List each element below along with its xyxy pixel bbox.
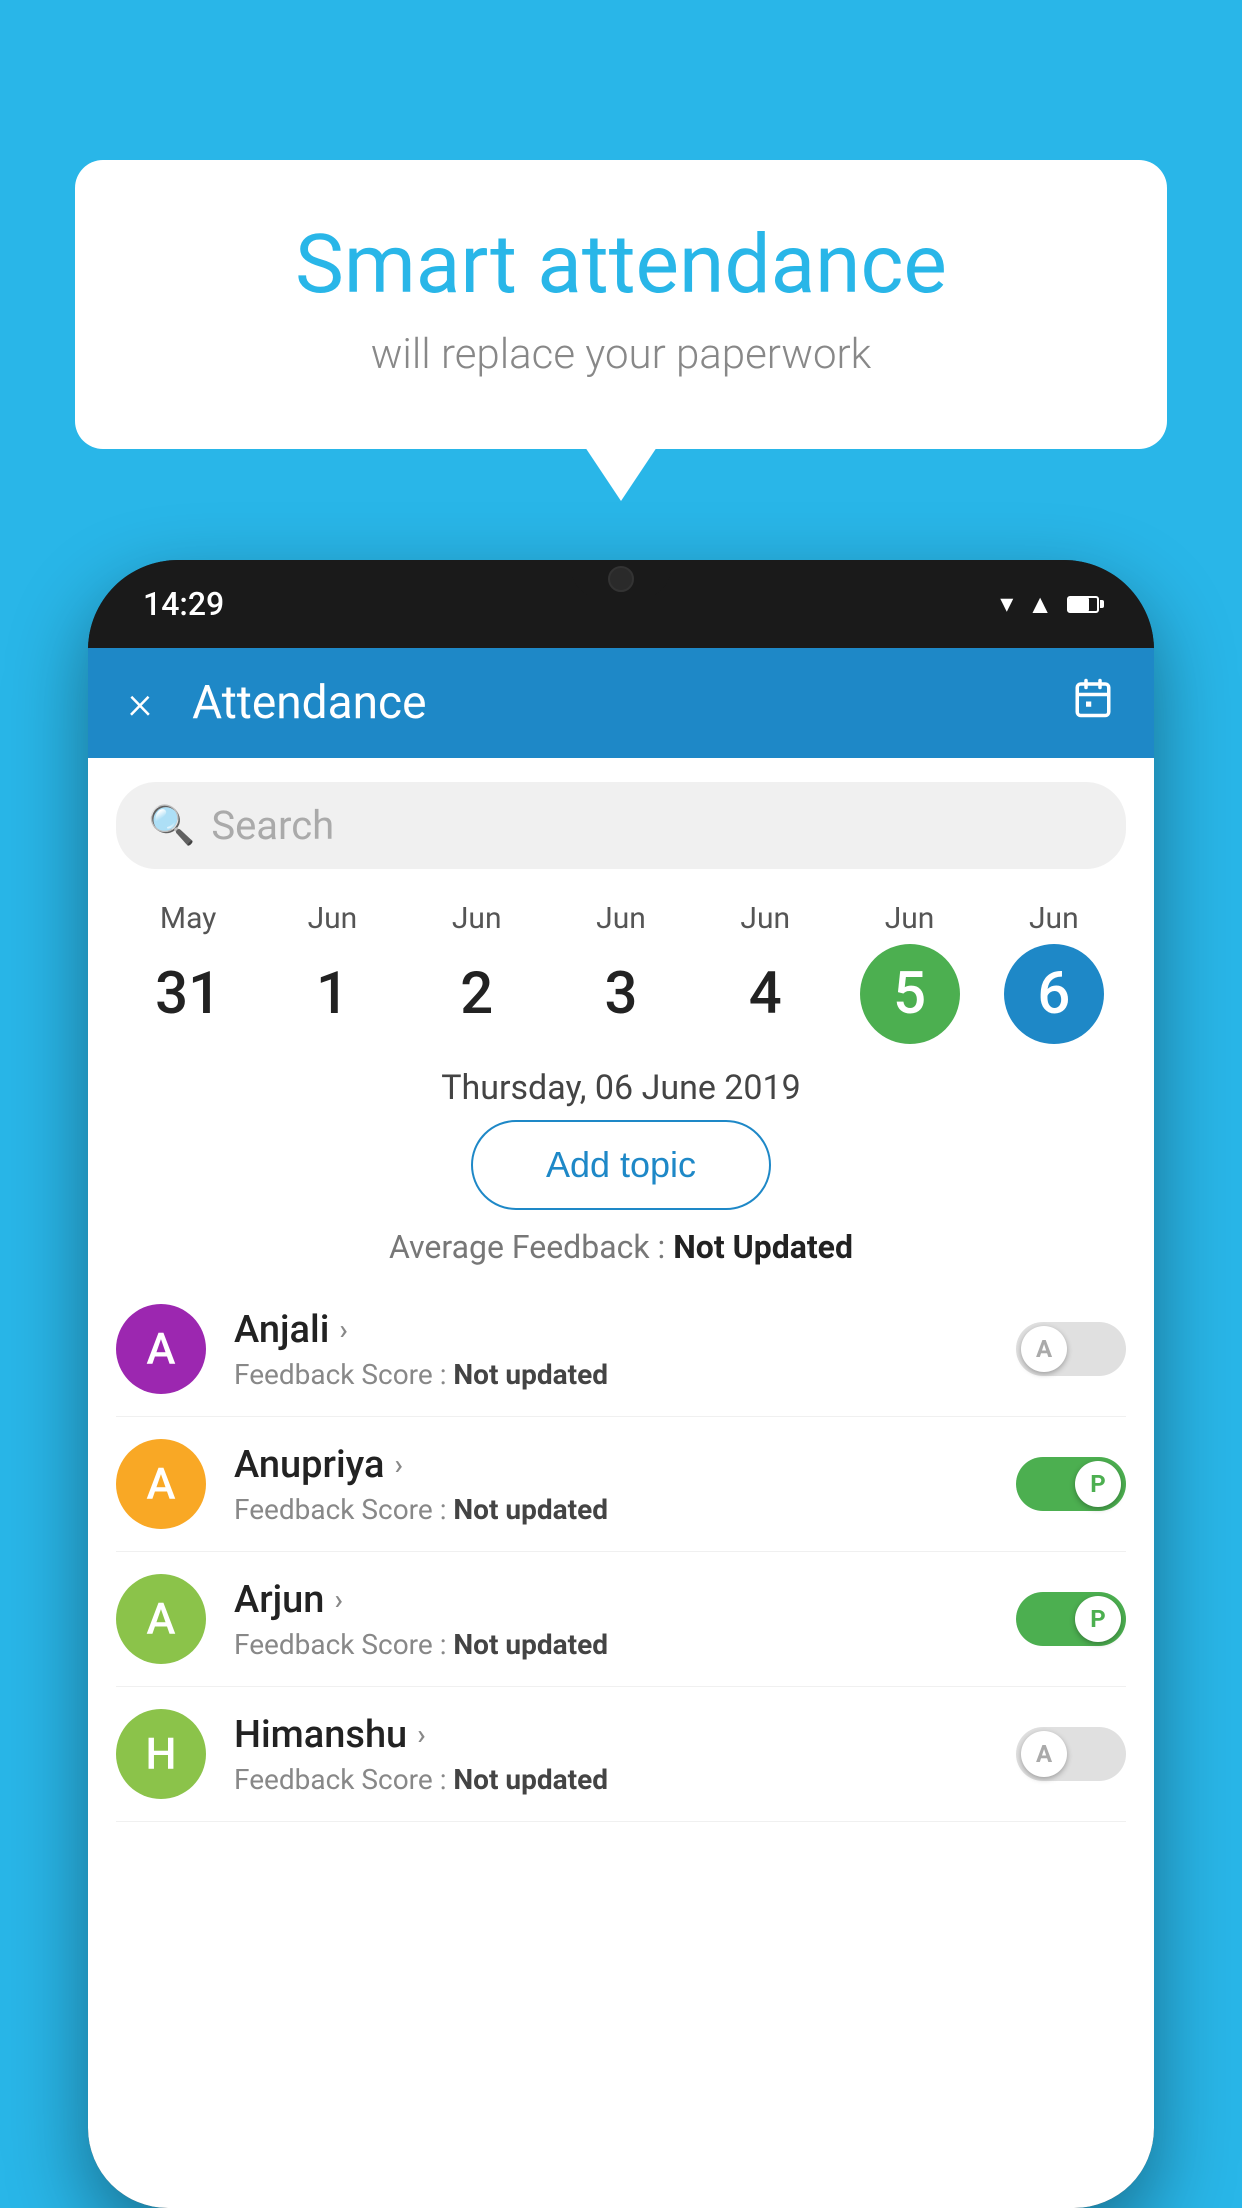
calendar-day[interactable]: Jun 4 (710, 901, 820, 1044)
chevron-icon: › (339, 1313, 347, 1346)
app-title: Attendance (192, 676, 1032, 730)
calendar-icon[interactable] (1072, 677, 1114, 729)
calendar-strip: May 31 Jun 1 Jun 2 Jun 3 Jun 4 Jun 5 Jun 6 (88, 885, 1154, 1052)
cal-month-label: Jun (596, 901, 646, 936)
toggle-knob: P (1075, 1596, 1121, 1642)
attendance-toggle[interactable]: A (1016, 1727, 1126, 1781)
cal-date-number: 1 (282, 944, 382, 1044)
cal-date-number: 4 (715, 944, 815, 1044)
status-icons: ▾ ▲ (1000, 589, 1099, 620)
student-name: Anjali › (234, 1308, 988, 1352)
chevron-icon: › (394, 1448, 402, 1481)
calendar-day[interactable]: Jun 6 (999, 901, 1109, 1044)
camera (608, 566, 634, 592)
toggle-container[interactable]: A (1016, 1322, 1126, 1376)
add-topic-button[interactable]: Add topic (471, 1120, 771, 1210)
cal-month-label: May (160, 901, 216, 936)
attendance-toggle[interactable]: P (1016, 1592, 1126, 1646)
calendar-day[interactable]: Jun 2 (422, 901, 532, 1044)
toggle-knob: P (1075, 1461, 1121, 1507)
speech-bubble-wrapper: Smart attendance will replace your paper… (75, 160, 1167, 449)
search-icon: 🔍 (148, 804, 195, 848)
student-info: Anjali › Feedback Score : Not updated (234, 1308, 988, 1391)
student-feedback: Feedback Score : Not updated (234, 1763, 988, 1796)
student-item[interactable]: H Himanshu › Feedback Score : Not updated A (116, 1687, 1126, 1822)
close-button[interactable]: × (128, 676, 152, 730)
student-name: Arjun › (234, 1578, 988, 1622)
cal-month-label: Jun (740, 901, 790, 936)
phone-frame: 14:29 ▾ ▲ × Attendance � (88, 560, 1154, 2208)
student-feedback: Feedback Score : Not updated (234, 1628, 988, 1661)
cal-month-label: Jun (308, 901, 358, 936)
student-feedback: Feedback Score : Not updated (234, 1358, 988, 1391)
attendance-toggle[interactable]: A (1016, 1322, 1126, 1376)
bubble-title: Smart attendance (155, 220, 1087, 310)
wifi-icon: ▾ (1000, 589, 1013, 619)
selected-date-label: Thursday, 06 June 2019 (88, 1068, 1154, 1108)
feedback-summary-prefix: Average Feedback : (389, 1228, 673, 1266)
cal-month-label: Jun (452, 901, 502, 936)
student-item[interactable]: A Anjali › Feedback Score : Not updated A (116, 1282, 1126, 1417)
calendar-day[interactable]: Jun 5 (855, 901, 965, 1044)
student-avatar: A (116, 1304, 206, 1394)
student-feedback: Feedback Score : Not updated (234, 1493, 988, 1526)
student-info: Arjun › Feedback Score : Not updated (234, 1578, 988, 1661)
attendance-toggle[interactable]: P (1016, 1457, 1126, 1511)
calendar-day[interactable]: Jun 3 (566, 901, 676, 1044)
search-bar[interactable]: 🔍 Search (116, 782, 1126, 869)
student-item[interactable]: A Anupriya › Feedback Score : Not updated P (116, 1417, 1126, 1552)
toggle-knob: A (1021, 1326, 1067, 1372)
bubble-subtitle: will replace your paperwork (155, 330, 1087, 379)
cal-date-number: 3 (571, 944, 671, 1044)
student-item[interactable]: A Arjun › Feedback Score : Not updated P (116, 1552, 1126, 1687)
toggle-container[interactable]: P (1016, 1592, 1126, 1646)
search-placeholder: Search (211, 802, 334, 849)
phone-notch (571, 560, 671, 598)
student-info: Anupriya › Feedback Score : Not updated (234, 1443, 988, 1526)
toggle-knob: A (1021, 1731, 1067, 1777)
student-info: Himanshu › Feedback Score : Not updated (234, 1713, 988, 1796)
speech-bubble: Smart attendance will replace your paper… (75, 160, 1167, 449)
signal-icon: ▲ (1027, 589, 1053, 620)
phone-screen: 🔍 Search May 31 Jun 1 Jun 2 Jun 3 Jun 4 Jun 5 Jun 6 T… (88, 758, 1154, 2208)
cal-date-number: 6 (1004, 944, 1104, 1044)
student-name: Himanshu › (234, 1713, 988, 1757)
toggle-container[interactable]: A (1016, 1727, 1126, 1781)
student-avatar: A (116, 1574, 206, 1664)
student-list: AAnjali ›Feedback Score : Not updatedAAA… (88, 1282, 1154, 1822)
chevron-icon: › (417, 1718, 425, 1751)
student-name: Anupriya › (234, 1443, 988, 1487)
chevron-icon: › (334, 1583, 342, 1616)
app-header: × Attendance (88, 648, 1154, 758)
calendar-day[interactable]: Jun 1 (277, 901, 387, 1044)
toggle-container[interactable]: P (1016, 1457, 1126, 1511)
cal-date-number: 5 (860, 944, 960, 1044)
student-avatar: H (116, 1709, 206, 1799)
calendar-day[interactable]: May 31 (133, 901, 243, 1044)
cal-month-label: Jun (1029, 901, 1079, 936)
feedback-summary: Average Feedback : Not Updated (88, 1228, 1154, 1266)
battery-icon (1067, 596, 1099, 613)
status-time: 14:29 (143, 585, 224, 623)
student-avatar: A (116, 1439, 206, 1529)
cal-month-label: Jun (885, 901, 935, 936)
cal-date-number: 2 (427, 944, 527, 1044)
feedback-summary-value: Not Updated (673, 1228, 853, 1266)
phone-top-bar: 14:29 ▾ ▲ (88, 560, 1154, 648)
cal-date-number: 31 (138, 944, 238, 1044)
